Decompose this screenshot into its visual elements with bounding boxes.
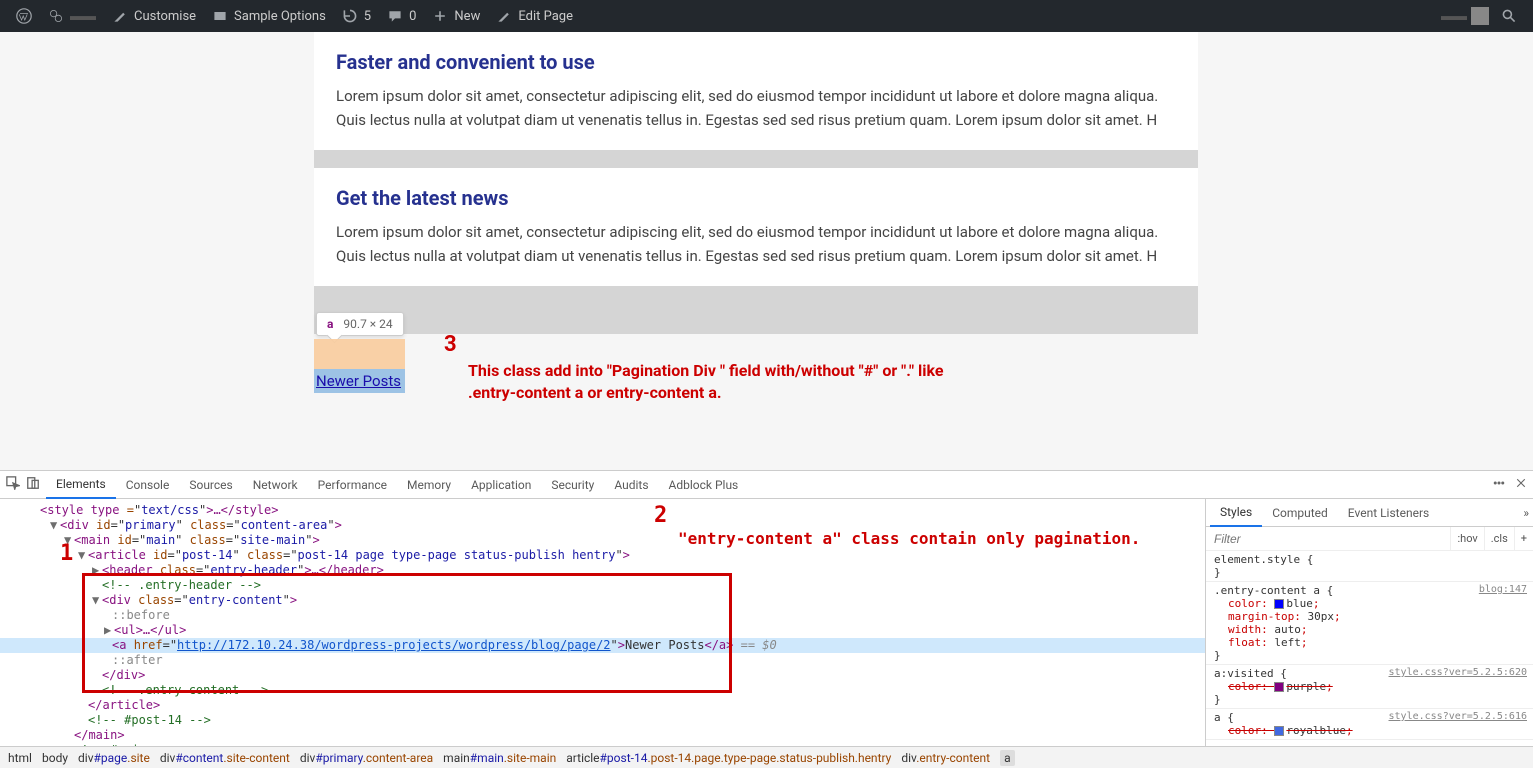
tab-console[interactable]: Console: [116, 471, 180, 499]
tab-styles[interactable]: Styles: [1210, 499, 1262, 527]
device-mode-icon[interactable]: [26, 476, 40, 493]
close-icon[interactable]: [1515, 477, 1527, 492]
devtools-right-icons: [1493, 477, 1527, 492]
customise-button[interactable]: Customise: [104, 0, 204, 32]
edit-page-button[interactable]: Edit Page: [488, 0, 581, 32]
tab-audits[interactable]: Audits: [604, 471, 658, 499]
bc-entry[interactable]: div.entry-content: [901, 751, 990, 765]
new-label: New: [454, 9, 480, 24]
elements-panel[interactable]: 1 2 "entry-content a" class contain only…: [0, 499, 1205, 746]
updates-button[interactable]: 5: [334, 0, 379, 32]
annotation-1-number: 1: [60, 541, 73, 566]
bc-html[interactable]: html: [8, 751, 32, 765]
more-styles-icon[interactable]: »: [1523, 506, 1529, 520]
cls-toggle[interactable]: .cls: [1484, 527, 1514, 550]
bc-page[interactable]: div#page.site: [78, 751, 150, 765]
sample-options-label: Sample Options: [234, 9, 326, 24]
add-rule-icon[interactable]: +: [1514, 527, 1533, 550]
inspect-tooltip: a 90.7 × 24: [316, 312, 404, 336]
bc-body[interactable]: body: [42, 751, 68, 765]
tab-memory[interactable]: Memory: [397, 471, 461, 499]
edit-page-label: Edit Page: [518, 9, 573, 24]
devtools-left-icons: [6, 476, 46, 493]
user-name-hidden: ▬▬: [1441, 8, 1467, 24]
admin-bar-left: ▬▬ Customise Sample Options 5 0 New Edit…: [8, 0, 581, 32]
bc-article[interactable]: article#post-14.post-14.page.type-page.s…: [566, 751, 891, 765]
page-area: Faster and convenient to use Lorem ipsum…: [0, 32, 1533, 470]
devtools-body: 1 2 "entry-content a" class contain only…: [0, 499, 1533, 746]
avatar[interactable]: [1471, 7, 1489, 25]
sample-options-button[interactable]: Sample Options: [204, 0, 334, 32]
hov-toggle[interactable]: :hov: [1450, 527, 1483, 550]
tab-adblock[interactable]: Adblock Plus: [659, 471, 749, 499]
annotation-2-text: "entry-content a" class contain only pag…: [678, 529, 1140, 548]
bc-content[interactable]: div#content.site-content: [160, 751, 290, 765]
admin-bar-right: ▬▬: [1441, 0, 1525, 32]
breadcrumb: html body div#page.site div#content.site…: [0, 746, 1533, 768]
more-icon[interactable]: [1493, 477, 1505, 492]
annotation-3-text: This class add into "Pagination Div " fi…: [468, 360, 948, 405]
comments-button[interactable]: 0: [379, 0, 424, 32]
bc-a[interactable]: a: [1000, 750, 1015, 766]
tab-sources[interactable]: Sources: [179, 471, 242, 499]
tab-computed[interactable]: Computed: [1262, 499, 1338, 527]
card-body: Lorem ipsum dolor sit amet, consectetur …: [336, 220, 1176, 268]
newer-posts-link[interactable]: Newer Posts: [316, 372, 401, 390]
card-body: Lorem ipsum dolor sit amet, consectetur …: [336, 84, 1176, 132]
comments-count: 0: [409, 9, 416, 24]
styles-rules[interactable]: element.style {} blog:147 .entry-content…: [1206, 551, 1533, 746]
card-news: Get the latest news Lorem ipsum dolor si…: [314, 168, 1198, 286]
card-title: Faster and convenient to use: [336, 50, 1176, 74]
inspect-element-icon[interactable]: [6, 476, 20, 493]
devtools-tabs: Elements Console Sources Network Perform…: [0, 471, 1533, 499]
new-button[interactable]: New: [424, 0, 488, 32]
wp-logo[interactable]: [8, 0, 40, 32]
wp-admin-bar: ▬▬ Customise Sample Options 5 0 New Edit…: [0, 0, 1533, 32]
inspect-tag: a: [327, 317, 333, 331]
content-wrap: Faster and convenient to use Lorem ipsum…: [314, 32, 1198, 334]
tab-application[interactable]: Application: [461, 471, 541, 499]
site-icon[interactable]: ▬▬: [40, 0, 104, 32]
filter-row: :hov .cls +: [1206, 527, 1533, 551]
card-title: Get the latest news: [336, 186, 1176, 210]
highlight-margin: [314, 339, 405, 369]
updates-count: 5: [364, 9, 371, 24]
devtools: Elements Console Sources Network Perform…: [0, 470, 1533, 768]
styles-filter-input[interactable]: [1206, 532, 1450, 546]
card-faster: Faster and convenient to use Lorem ipsum…: [314, 32, 1198, 150]
annotation-2-number: 2: [654, 503, 667, 528]
inspect-dim: 90.7 × 24: [343, 317, 392, 331]
annotation-3-number: 3: [444, 332, 457, 357]
tab-security[interactable]: Security: [541, 471, 604, 499]
styles-tabs: Styles Computed Event Listeners »: [1206, 499, 1533, 527]
customise-label: Customise: [134, 9, 196, 24]
bc-primary[interactable]: div#primary.content-area: [300, 751, 433, 765]
tab-elements[interactable]: Elements: [46, 471, 116, 499]
tab-network[interactable]: Network: [243, 471, 308, 499]
styles-panel: Styles Computed Event Listeners » :hov .…: [1205, 499, 1533, 746]
bc-main[interactable]: main#main.site-main: [443, 751, 556, 765]
tab-event-listeners[interactable]: Event Listeners: [1338, 499, 1439, 527]
search-icon[interactable]: [1493, 0, 1525, 32]
tab-performance[interactable]: Performance: [308, 471, 397, 499]
